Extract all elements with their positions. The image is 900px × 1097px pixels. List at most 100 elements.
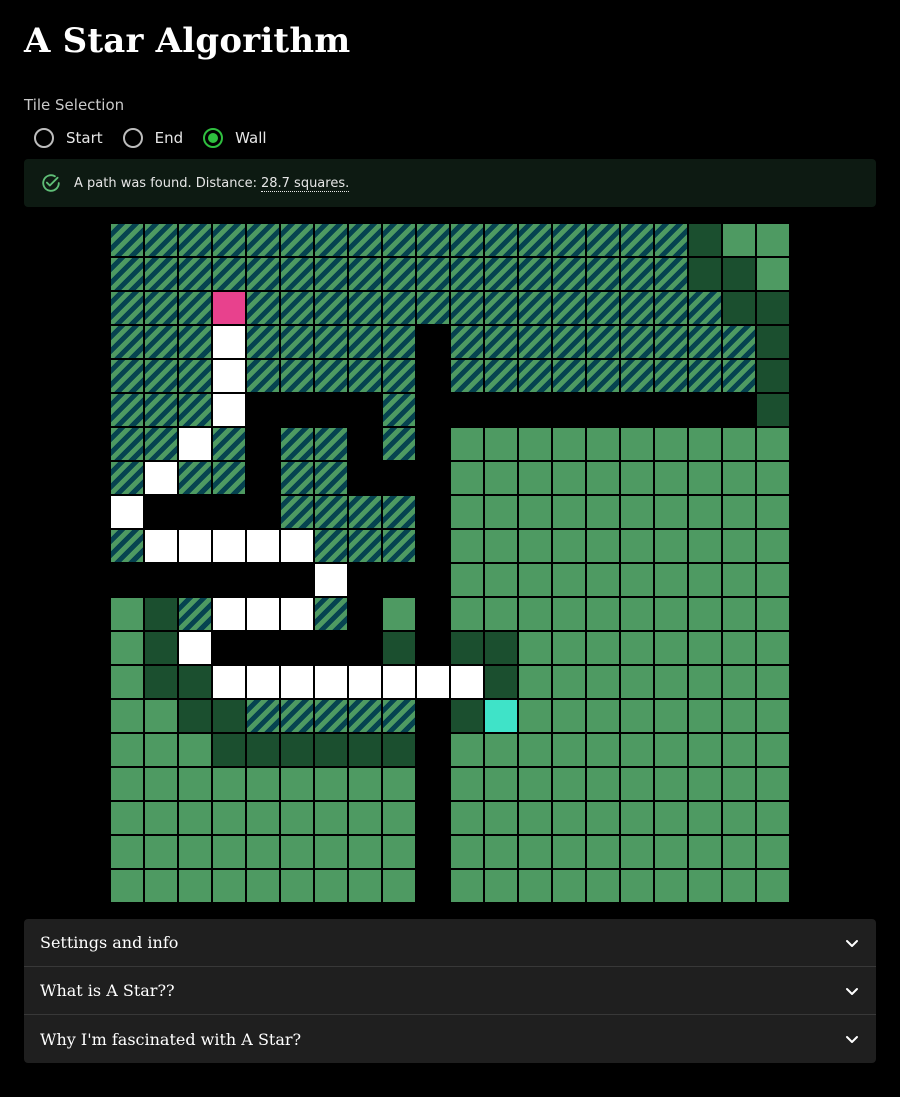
grid-cell-open[interactable] [688, 869, 722, 903]
accordion-why-fascinated[interactable]: Why I'm fascinated with A Star? [24, 1015, 876, 1063]
grid-cell-wall[interactable] [416, 869, 450, 903]
grid-cell-visited[interactable] [382, 257, 416, 291]
grid-cell-closed[interactable] [382, 733, 416, 767]
grid-cell-visited[interactable] [144, 257, 178, 291]
chevron-down-icon[interactable] [844, 1031, 860, 1047]
grid-cell-wall[interactable] [348, 427, 382, 461]
grid-cell-visited[interactable] [620, 325, 654, 359]
grid-cell-visited[interactable] [484, 325, 518, 359]
grid-cell-open[interactable] [688, 427, 722, 461]
grid-cell-open[interactable] [484, 801, 518, 835]
grid-cell-open[interactable] [654, 461, 688, 495]
grid-cell-path[interactable] [246, 665, 280, 699]
grid-cell-open[interactable] [722, 529, 756, 563]
grid-cell-open[interactable] [280, 767, 314, 801]
grid-cell-visited[interactable] [688, 359, 722, 393]
grid-cell-open[interactable] [688, 835, 722, 869]
grid-cell-open[interactable] [246, 767, 280, 801]
grid-cell-start[interactable] [212, 291, 246, 325]
grid-cell-open[interactable] [110, 869, 144, 903]
grid-cell-visited[interactable] [654, 325, 688, 359]
grid-cell-wall[interactable] [416, 597, 450, 631]
grid-cell-visited[interactable] [348, 495, 382, 529]
grid-cell-wall[interactable] [280, 563, 314, 597]
grid-cell-visited[interactable] [144, 427, 178, 461]
grid-cell-wall[interactable] [348, 563, 382, 597]
grid-cell-open[interactable] [178, 869, 212, 903]
grid-cell-open[interactable] [450, 801, 484, 835]
grid-cell-path[interactable] [246, 597, 280, 631]
grid-cell-closed[interactable] [756, 291, 790, 325]
grid-cell-open[interactable] [756, 427, 790, 461]
grid-cell-visited[interactable] [212, 461, 246, 495]
grid-cell-visited[interactable] [654, 291, 688, 325]
grid-cell-open[interactable] [450, 597, 484, 631]
grid-cell-visited[interactable] [144, 291, 178, 325]
grid-cell-visited[interactable] [314, 699, 348, 733]
grid-cell-open[interactable] [552, 699, 586, 733]
grid-cell-open[interactable] [178, 835, 212, 869]
grid-cell-open[interactable] [654, 495, 688, 529]
radio-wall[interactable]: Wall [203, 128, 267, 148]
grid-cell-wall[interactable] [246, 427, 280, 461]
grid-cell-open[interactable] [450, 529, 484, 563]
grid-cell-open[interactable] [654, 631, 688, 665]
grid-cell-visited[interactable] [382, 529, 416, 563]
radio-start[interactable]: Start [34, 128, 103, 148]
grid-cell-visited[interactable] [382, 495, 416, 529]
grid-cell-wall[interactable] [484, 393, 518, 427]
grid-cell-open[interactable] [620, 835, 654, 869]
grid-cell-open[interactable] [280, 869, 314, 903]
grid-cell-wall[interactable] [416, 461, 450, 495]
grid-cell-open[interactable] [620, 563, 654, 597]
grid-cell-open[interactable] [620, 427, 654, 461]
grid-cell-open[interactable] [688, 801, 722, 835]
grid-cell-closed[interactable] [484, 665, 518, 699]
grid-cell-open[interactable] [586, 733, 620, 767]
grid-cell-visited[interactable] [178, 359, 212, 393]
grid-cell-open[interactable] [654, 427, 688, 461]
grid-cell-visited[interactable] [280, 461, 314, 495]
astar-grid[interactable] [110, 223, 790, 903]
grid-cell-visited[interactable] [688, 325, 722, 359]
grid-cell-open[interactable] [110, 665, 144, 699]
grid-cell-open[interactable] [178, 801, 212, 835]
grid-cell-wall[interactable] [416, 801, 450, 835]
grid-cell-open[interactable] [484, 427, 518, 461]
grid-cell-wall[interactable] [416, 733, 450, 767]
grid-cell-visited[interactable] [280, 291, 314, 325]
grid-cell-wall[interactable] [246, 461, 280, 495]
grid-cell-visited[interactable] [246, 325, 280, 359]
grid-cell-closed[interactable] [212, 733, 246, 767]
grid-cell-wall[interactable] [620, 393, 654, 427]
grid-cell-open[interactable] [552, 665, 586, 699]
grid-cell-open[interactable] [450, 767, 484, 801]
grid-cell-open[interactable] [756, 767, 790, 801]
grid-cell-open[interactable] [382, 835, 416, 869]
grid-cell-open[interactable] [688, 495, 722, 529]
grid-cell-open[interactable] [518, 801, 552, 835]
grid-cell-visited[interactable] [382, 223, 416, 257]
grid-cell-open[interactable] [722, 461, 756, 495]
grid-cell-open[interactable] [212, 767, 246, 801]
grid-cell-visited[interactable] [110, 461, 144, 495]
grid-cell-wall[interactable] [280, 631, 314, 665]
grid-cell-open[interactable] [688, 699, 722, 733]
grid-cell-open[interactable] [144, 835, 178, 869]
grid-cell-wall[interactable] [246, 631, 280, 665]
grid-cell-open[interactable] [620, 767, 654, 801]
grid-cell-visited[interactable] [484, 359, 518, 393]
grid-cell-open[interactable] [756, 597, 790, 631]
grid-cell-open[interactable] [552, 767, 586, 801]
grid-cell-visited[interactable] [518, 325, 552, 359]
grid-cell-wall[interactable] [280, 393, 314, 427]
grid-cell-open[interactable] [552, 495, 586, 529]
grid-cell-visited[interactable] [110, 291, 144, 325]
grid-cell-visited[interactable] [110, 529, 144, 563]
grid-cell-open[interactable] [382, 767, 416, 801]
grid-cell-closed[interactable] [212, 699, 246, 733]
grid-cell-open[interactable] [518, 563, 552, 597]
grid-cell-visited[interactable] [484, 291, 518, 325]
grid-cell-open[interactable] [756, 631, 790, 665]
grid-cell-open[interactable] [756, 563, 790, 597]
